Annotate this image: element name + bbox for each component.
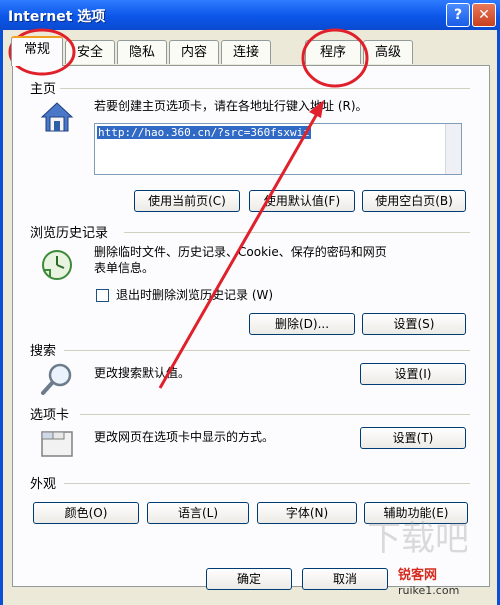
window-title: Internet 选项 (8, 9, 106, 25)
watermark-brand: 锐客网 ruike1.com (398, 564, 500, 598)
history-settings-button[interactable]: 设置(S) (362, 313, 466, 335)
homepage-divider (60, 88, 470, 89)
appearance-section-title: 外观 (30, 477, 57, 492)
watermark-brand-name: 锐客网 (398, 568, 438, 583)
tab-privacy[interactable]: 隐私 (117, 40, 167, 64)
ok-button[interactable]: 确定 (206, 568, 292, 590)
homepage-instruction: 若要创建主页选项卡，请在各地址行键入地址 (R)。 (94, 99, 368, 113)
search-settings-button[interactable]: 设置(I) (360, 363, 466, 385)
tab-content[interactable]: 内容 (169, 40, 219, 64)
tabs-description: 更改网页在选项卡中显示的方式。 (94, 430, 275, 444)
appearance-divider (64, 483, 470, 484)
url-scrollbar[interactable] (445, 124, 461, 174)
history-clock-icon (42, 250, 72, 280)
tabs-divider (80, 414, 470, 415)
tabs-settings-button[interactable]: 设置(T) (360, 427, 466, 449)
cancel-button[interactable]: 取消 (302, 568, 388, 590)
delete-on-exit-checkbox[interactable] (96, 289, 109, 302)
history-description-line1: 删除临时文件、历史记录、Cookie、保存的密码和网页 (94, 245, 387, 259)
magnifier-icon (41, 363, 72, 395)
tabs-window-icon (41, 431, 73, 457)
tab-connections[interactable]: 连接 (221, 40, 271, 64)
tab-advanced[interactable]: 高级 (363, 40, 413, 64)
help-button[interactable]: ? (446, 3, 470, 27)
tab-general[interactable]: 常规 (11, 36, 63, 66)
tab-programs[interactable]: 程序 (305, 40, 361, 64)
use-default-button[interactable]: 使用默认值(F) (249, 190, 355, 212)
close-button[interactable]: ✕ (472, 3, 496, 27)
watermark-brand-site: ruike1.com (398, 584, 460, 597)
fonts-button[interactable]: 字体(N) (257, 502, 357, 524)
history-divider (124, 232, 470, 233)
search-description: 更改搜索默认值。 (94, 366, 191, 380)
homepage-url-text: http://hao.360.cn/?src=360fsxwiz (97, 126, 311, 139)
history-section-title: 浏览历史记录 (30, 226, 109, 241)
internet-options-window: Internet 选项 ? ✕ 常规 安全 隐私 内容 连接 程序 高级 主页 … (0, 0, 500, 605)
use-current-button[interactable]: 使用当前页(C) (134, 190, 240, 212)
title-bar[interactable]: Internet 选项 ? ✕ (0, 0, 500, 30)
colors-button[interactable]: 颜色(O) (33, 502, 139, 524)
homepage-url-textarea[interactable]: http://hao.360.cn/?src=360fsxwiz (94, 123, 462, 175)
delete-history-button[interactable]: 删除(D)... (249, 313, 355, 335)
tabs-section-title: 选项卡 (30, 408, 70, 423)
languages-button[interactable]: 语言(L) (147, 502, 249, 524)
svg-text:下载吧: 下载吧 (367, 519, 467, 559)
search-divider (64, 350, 470, 351)
use-blank-button[interactable]: 使用空白页(B) (362, 190, 466, 212)
tab-security[interactable]: 安全 (65, 40, 115, 64)
house-icon (40, 102, 74, 132)
search-section-title: 搜索 (30, 344, 57, 359)
watermark-logo: 下载吧 (367, 519, 467, 559)
history-description-line2: 表单信息。 (94, 261, 155, 275)
homepage-section-title: 主页 (30, 82, 57, 97)
delete-on-exit-label[interactable]: 退出时删除浏览历史记录 (W) (116, 287, 273, 303)
